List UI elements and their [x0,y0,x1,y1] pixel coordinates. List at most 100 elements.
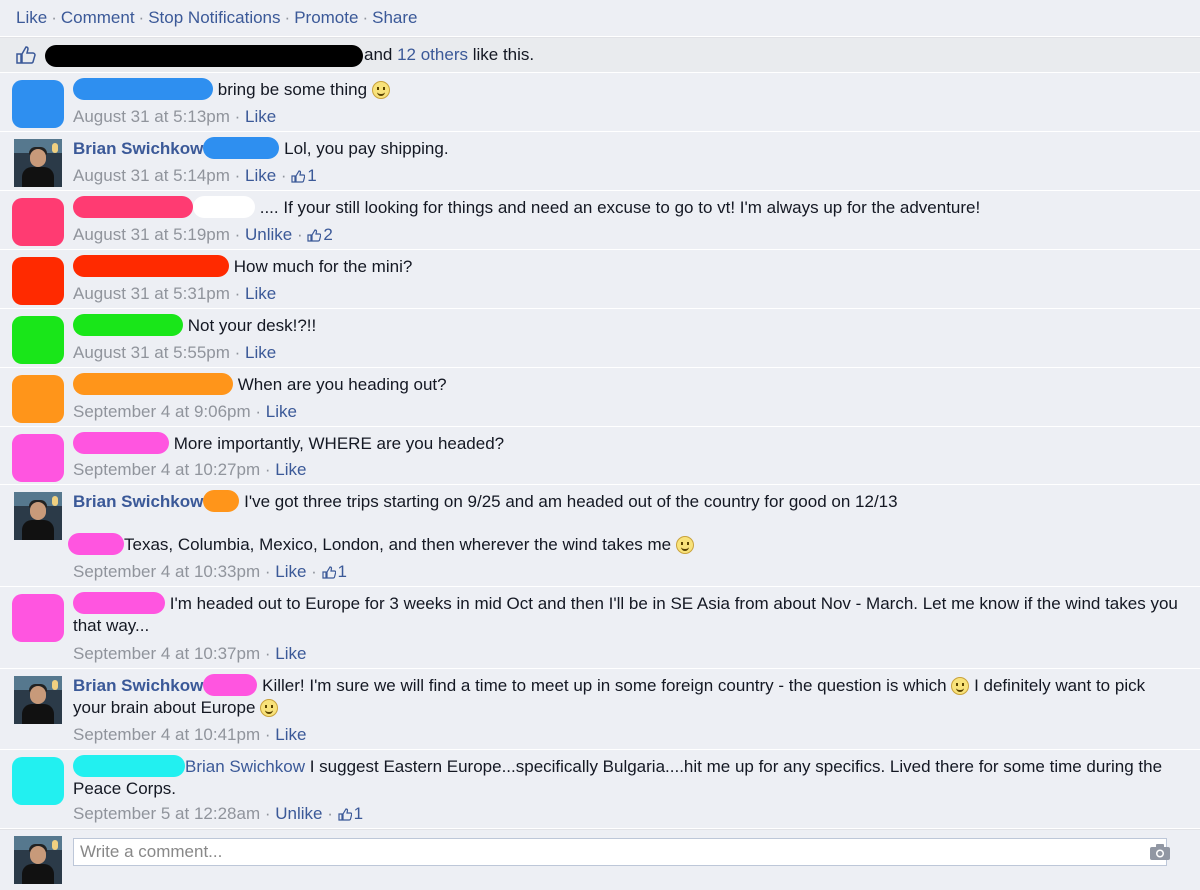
like-count-value[interactable]: 2 [323,225,332,244]
avatar[interactable] [12,316,64,364]
redacted-name [73,196,193,218]
redacted-name [73,432,169,454]
redacted-name [73,314,183,336]
comment-text: When are you heading out? [73,373,1180,396]
redacted-name [73,255,229,277]
timestamp[interactable]: August 31 at 5:14pm [73,166,230,185]
redacted-name [203,137,280,159]
like-count-value[interactable]: 1 [354,804,363,823]
comment-text: .... If your still looking for things an… [73,196,1180,219]
comment-input[interactable] [73,838,1167,866]
comment-body: Not your desk!?!! [187,316,317,335]
comment-composer [0,828,1200,890]
comment-meta: August 31 at 5:31pm · Like [73,284,277,303]
promote-link[interactable]: Promote [294,8,358,27]
thumbs-up-icon [307,229,322,242]
avatar[interactable] [14,676,62,724]
like-count-value[interactable]: 1 [338,562,347,581]
like-link[interactable]: Like [245,284,276,303]
redacted-name [73,373,233,395]
comment-body: More importantly, WHERE are you headed? [173,434,505,453]
avatar[interactable] [12,198,64,246]
avatar[interactable] [14,492,62,540]
timestamp[interactable]: September 4 at 10:27pm [73,460,260,479]
comment-text: Not your desk!?!! [73,314,1180,337]
comment-text: I'm headed out to Europe for 3 weeks in … [73,592,1180,637]
comment-author[interactable]: Brian Swichkow [73,139,203,158]
thumbs-up-icon [291,170,306,183]
avatar[interactable] [12,257,64,305]
comment-text: bring be some thing [73,78,1180,101]
timestamp[interactable]: September 4 at 10:33pm [73,562,260,581]
comment-item: Brian Swichkow I've got three trips star… [0,484,1200,588]
timestamp[interactable]: August 31 at 5:13pm [73,107,230,126]
comment-item: How much for the mini? August 31 at 5:31p… [0,249,1200,310]
avatar[interactable] [12,375,64,423]
timestamp[interactable]: August 31 at 5:19pm [73,225,230,244]
timestamp[interactable]: August 31 at 5:31pm [73,284,230,303]
comment-body: When are you heading out? [237,375,447,394]
share-link[interactable]: Share [372,8,417,27]
comment-author[interactable]: Brian Swichkow [73,676,203,695]
timestamp[interactable]: September 4 at 10:41pm [73,725,260,744]
unlike-link[interactable]: Unlike [275,804,322,823]
timestamp[interactable]: September 4 at 9:06pm [73,402,251,421]
like-count-value[interactable]: 1 [307,166,316,185]
redacted-names [45,45,363,67]
likes-text: and 12 others like this. [364,38,534,72]
timestamp[interactable]: September 5 at 12:28am [73,804,260,823]
comment-body: bring be some thing [217,80,368,99]
avatar[interactable] [12,80,64,128]
timestamp[interactable]: September 4 at 10:37pm [73,644,260,663]
comment-text: Brian Swichkow Lol, you pay shipping. [73,137,1180,160]
comment-item: bring be some thing August 31 at 5:13pm … [0,72,1200,133]
like-link[interactable]: Like [266,402,297,421]
unlike-link[interactable]: Unlike [245,225,292,244]
comment-item: Brian Swichkow Lol, you pay shipping. Aug… [0,131,1200,192]
like-count[interactable]: 1 [337,804,363,823]
redacted-name [203,674,258,696]
post-actions-bar: Like · Comment · Stop Notifications · Promote ·… [0,0,1200,37]
like-count[interactable]: 1 [321,562,347,581]
comment-meta: August 31 at 5:55pm · Like [73,343,277,362]
comment-body: Lol, you pay shipping. [284,139,449,158]
comment-item: .... If your still looking for things an… [0,190,1200,251]
like-link[interactable]: Like [275,562,306,581]
avatar[interactable] [14,139,62,187]
comment-body: How much for the mini? [233,257,413,276]
comment-meta: September 5 at 12:28am · Unlike · 1 [73,804,364,823]
camera-icon[interactable] [1150,844,1170,860]
comment-meta: September 4 at 10:27pm · Like [73,460,307,479]
likes-suffix: like this. [467,45,535,64]
comment-text-line2: Texas, Columbia, Mexico, London, and the… [68,533,1180,556]
thumbs-up-icon [16,46,36,64]
like-link[interactable]: Like [245,166,276,185]
comment-author[interactable]: Brian Swichkow [73,492,203,511]
like-link[interactable]: Like [245,107,276,126]
smiley-icon [260,699,279,717]
like-link[interactable]: Like [275,460,306,479]
like-link[interactable]: Like [275,644,306,663]
like-count[interactable]: 2 [307,225,333,244]
likes-summary: and 12 others like this. [0,37,1200,73]
avatar[interactable] [12,434,64,482]
comment-body: Killer! I'm sure we will find a time to … [262,676,947,695]
like-link[interactable]: Like [245,343,276,362]
comment-item: Brian Swichkow Killer! I'm sure we will … [0,668,1200,751]
redacted-name [68,533,124,555]
like-link[interactable]: Like [16,8,47,27]
comment-link[interactable]: Comment [61,8,135,27]
stop-notifications-link[interactable]: Stop Notifications [148,8,280,27]
avatar[interactable] [12,757,64,805]
others-link[interactable]: 12 others [397,45,468,64]
like-link[interactable]: Like [275,725,306,744]
redacted-name [73,78,213,100]
likes-prefix: and [364,45,398,64]
avatar[interactable] [12,594,64,642]
comment-body: .... If your still looking for things an… [259,198,981,217]
mentioned-user[interactable]: Brian Swichkow [185,757,305,776]
like-count[interactable]: 1 [291,166,317,185]
timestamp[interactable]: August 31 at 5:55pm [73,343,230,362]
comment-meta: September 4 at 10:33pm · Like · 1 [73,562,347,581]
comment-meta: August 31 at 5:19pm · Unlike · 2 [73,225,333,244]
